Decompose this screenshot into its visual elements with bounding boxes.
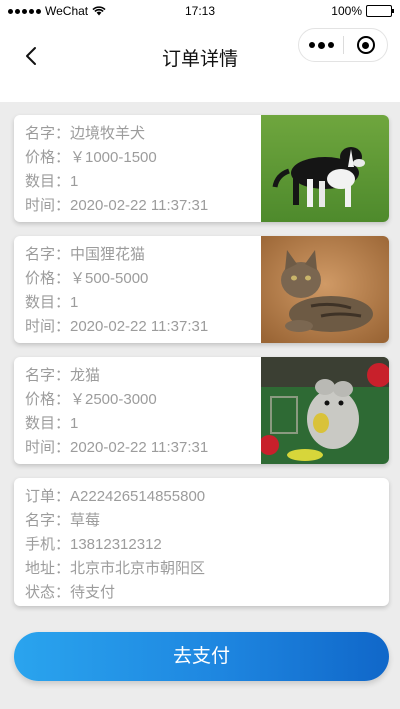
recipient-phone: 手机：13812312312 bbox=[25, 536, 162, 553]
recipient-name: 名字：草莓 bbox=[25, 512, 101, 529]
battery-percent: 100% bbox=[331, 4, 362, 18]
item-time: 时间：2020-02-22 11:37:31 bbox=[25, 318, 209, 335]
item-price: 价格：￥500-5000 bbox=[25, 270, 149, 287]
order-item-card[interactable]: 名字：龙猫 价格：￥2500-3000 数目：1 时间：2020-02-22 1… bbox=[14, 357, 389, 464]
item-count: 数目：1 bbox=[25, 294, 79, 311]
navigation-bar: 订单详情 bbox=[0, 22, 400, 102]
pay-button[interactable]: 去支付 bbox=[14, 632, 389, 681]
order-item-card[interactable]: 名字：边境牧羊犬 价格：￥1000-1500 数目：1 时间：2020-02-2… bbox=[14, 115, 389, 222]
item-count: 数目：1 bbox=[25, 415, 79, 432]
battery-status: 100% bbox=[331, 4, 394, 18]
mini-program-capsule bbox=[298, 28, 388, 62]
item-price: 价格：￥2500-3000 bbox=[25, 391, 157, 408]
order-item-info: 名字：龙猫 价格：￥2500-3000 数目：1 时间：2020-02-22 1… bbox=[25, 364, 208, 460]
tabby-cat-photo bbox=[261, 236, 389, 343]
order-status: 状态：待支付 bbox=[25, 584, 116, 601]
border-collie-photo bbox=[261, 115, 389, 222]
item-name: 名字：中国狸花猫 bbox=[25, 246, 146, 263]
delivery-address: 地址：北京市北京市朝阳区 bbox=[25, 560, 206, 577]
item-name: 名字：边境牧羊犬 bbox=[25, 125, 146, 142]
item-price: 价格：￥1000-1500 bbox=[25, 149, 157, 166]
item-count: 数目：1 bbox=[25, 173, 79, 190]
battery-icon bbox=[366, 5, 394, 17]
order-item-info: 名字：中国狸花猫 价格：￥500-5000 数目：1 时间：2020-02-22… bbox=[25, 243, 208, 339]
order-number: 订单：A222426514855800 bbox=[25, 488, 206, 505]
order-item-card[interactable]: 名字：中国狸花猫 价格：￥500-5000 数目：1 时间：2020-02-22… bbox=[14, 236, 389, 343]
chinchilla-photo bbox=[261, 357, 389, 464]
circle-close-icon[interactable] bbox=[344, 36, 387, 54]
order-summary-card: 订单：A222426514855800 名字：草莓 手机：13812312312… bbox=[14, 478, 389, 606]
order-item-info: 名字：边境牧羊犬 价格：￥1000-1500 数目：1 时间：2020-02-2… bbox=[25, 122, 208, 218]
item-name: 名字：龙猫 bbox=[25, 367, 101, 384]
status-bar: WeChat 17:13 100% bbox=[0, 0, 400, 22]
order-summary-info: 订单：A222426514855800 名字：草莓 手机：13812312312… bbox=[25, 485, 205, 605]
item-time: 时间：2020-02-22 11:37:31 bbox=[25, 197, 209, 214]
item-time: 时间：2020-02-22 11:37:31 bbox=[25, 439, 209, 456]
more-dots-icon[interactable] bbox=[299, 41, 343, 49]
